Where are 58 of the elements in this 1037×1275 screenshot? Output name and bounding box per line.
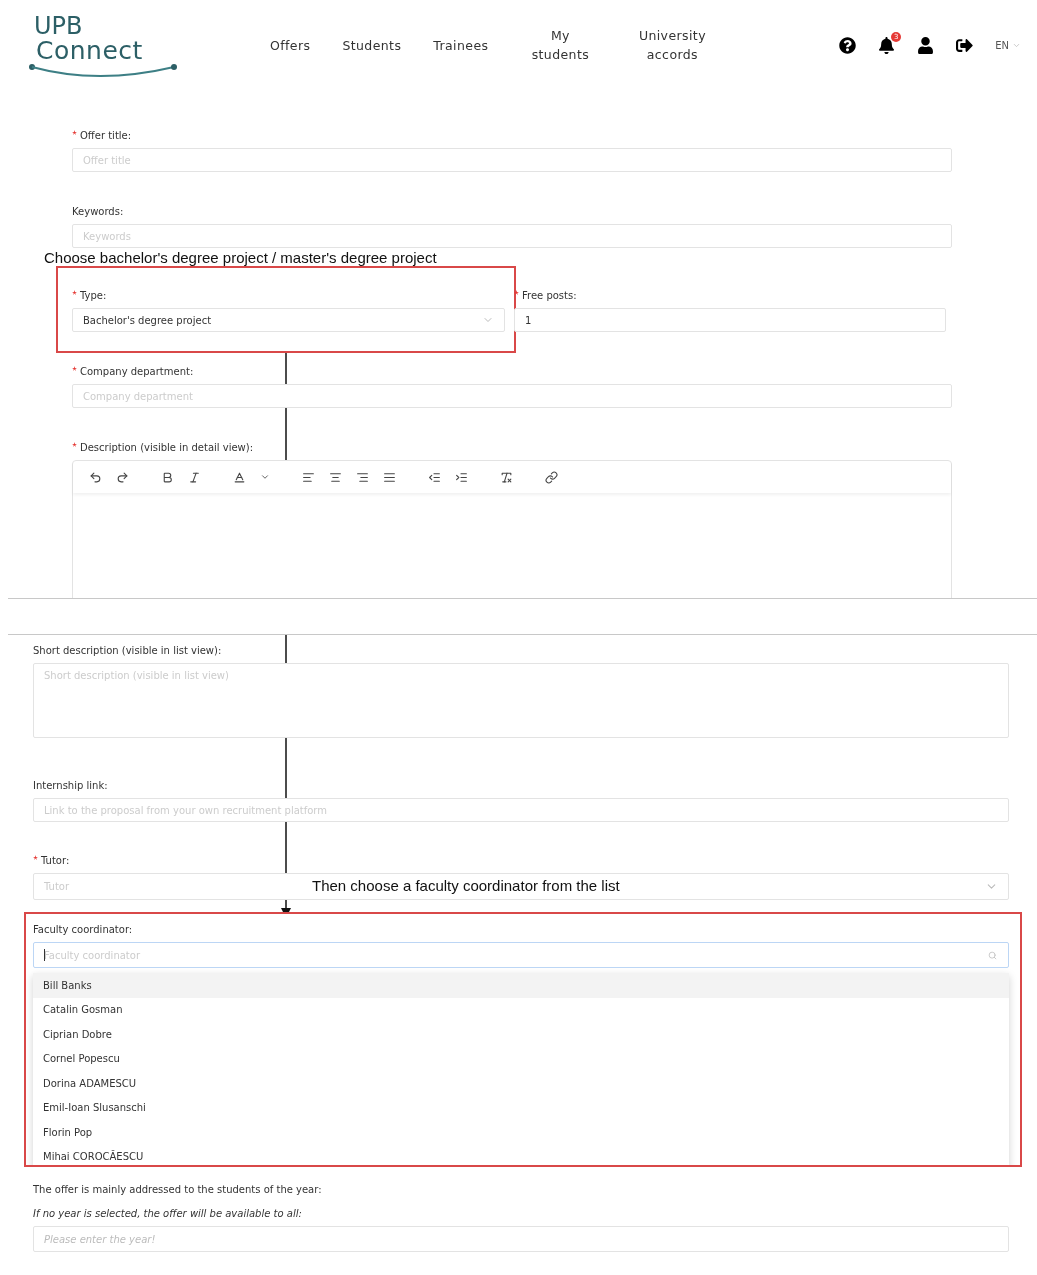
annotation-text: Then choose a faculty coordinator from the list [312,877,620,894]
select-field[interactable]: Bachelor's degree project [72,308,505,332]
text-color-icon[interactable] [233,470,246,484]
dropdown-option[interactable]: Florin Pop [33,1120,1009,1145]
dropdown-option[interactable]: Dorina ADAMESCU [33,1071,1009,1096]
chevron-down-icon[interactable] [260,472,270,482]
hint-text: If no year is selected, the offer will be available to all: [33,1207,302,1221]
outdent-icon[interactable] [428,470,441,484]
nav-link[interactable]: University accords [632,26,713,64]
dropdown-option[interactable]: Mihai COROCĂESCU [33,1144,1009,1165]
dropdown-option[interactable]: Catalin Gosman [33,997,1009,1022]
required-icon [72,442,77,447]
number-field[interactable]: 1 [514,308,946,332]
field-label: Description (visible in detail view): [80,441,254,455]
field-label: Tutor: [41,854,70,868]
logo[interactable]: UPB Connect [28,13,178,77]
required-icon [72,130,77,135]
required-icon [72,290,77,295]
dropdown-option[interactable]: Cornel Popescu [33,1046,1009,1071]
field-label: Internship link: [33,779,108,793]
clear-format-icon[interactable] [500,470,513,484]
undo-icon[interactable] [89,470,102,484]
field-label: Company department: [80,365,194,379]
required-icon [33,855,38,860]
nav-link[interactable]: Offers [270,35,311,55]
required-icon [72,366,77,371]
field-label: Offer title: [80,129,132,143]
field-label: Short description (visible in list view): [33,644,222,658]
dropdown-option[interactable]: Emil-Ioan Slusanschi [33,1095,1009,1120]
help-icon[interactable] [839,36,857,54]
text-cursor [44,949,45,961]
field-label: Free posts: [522,289,577,303]
search-icon [988,950,997,960]
redo-icon[interactable] [116,470,129,484]
bell-icon[interactable] [878,36,896,54]
align-right-icon[interactable] [356,470,369,484]
language-selector[interactable]: EN [995,39,1021,51]
bold-icon[interactable] [161,470,174,484]
year-field[interactable]: Please enter the year! [33,1226,1009,1252]
indent-icon[interactable] [455,470,468,484]
link-icon[interactable] [545,470,558,484]
dropdown-option[interactable]: Bill Banks [33,973,1009,998]
italic-icon[interactable] [188,470,201,484]
field-label: Type: [80,289,107,303]
nav-link[interactable]: Students [342,35,402,55]
align-center-icon[interactable] [329,470,342,484]
field-label: Keywords: [72,205,124,219]
nav-link[interactable]: My students [520,26,601,64]
user-icon[interactable] [917,36,935,54]
align-justify-icon[interactable] [383,470,396,484]
nav-link[interactable]: Trainees [433,35,489,55]
field-label: The offer is mainly addressed to the students of the year: [33,1183,323,1197]
required-icon [514,290,519,295]
align-left-icon[interactable] [302,470,315,484]
logout-icon[interactable] [956,36,974,54]
annotation-text: Choose bachelor's degree project / master's degree project [44,249,437,266]
field-label: Faculty coordinator: [33,923,133,937]
dropdown-option[interactable]: Ciprian Dobre [33,1022,1009,1047]
